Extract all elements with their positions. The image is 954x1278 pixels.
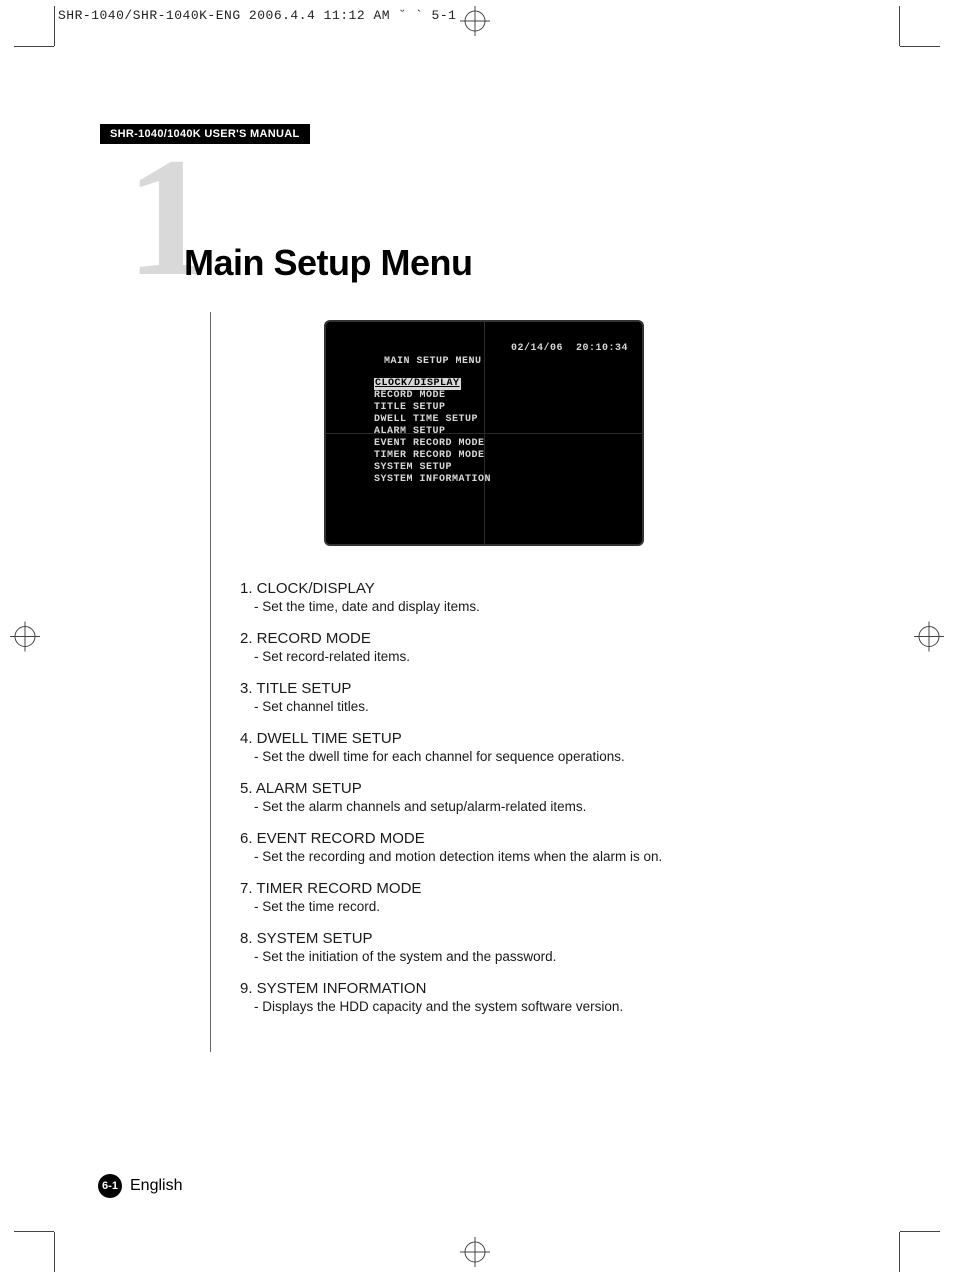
description-subtext: - Set the time, date and display items.	[254, 599, 840, 614]
description-subtext: - Set the time record.	[254, 899, 840, 914]
osd-menu-title: MAIN SETUP MENU	[384, 356, 482, 367]
osd-menu-item: DWELL TIME SETUP	[374, 414, 491, 426]
description-item: 1. CLOCK/DISPLAY - Set the time, date and…	[240, 580, 840, 614]
page-number-badge: 6-1	[98, 1174, 122, 1198]
vertical-divider	[210, 312, 211, 1052]
osd-menu-item: CLOCK/DISPLAY	[374, 378, 491, 390]
print-job-header: SHR-1040/SHR-1040K-ENG 2006.4.4 11:12 AM…	[58, 8, 456, 23]
description-subtext: - Set the initiation of the system and t…	[254, 949, 840, 964]
osd-menu-item: EVENT RECORD MODE	[374, 438, 491, 450]
description-item: 3. TITLE SETUP - Set channel titles.	[240, 680, 840, 714]
osd-menu-item: ALARM SETUP	[374, 426, 491, 438]
description-subtext: - Set the recording and motion detection…	[254, 849, 840, 864]
description-title: 9. SYSTEM INFORMATION	[240, 980, 840, 997]
description-title: 2. RECORD MODE	[240, 630, 840, 647]
description-title: 7. TIMER RECORD MODE	[240, 880, 840, 897]
description-item: 2. RECORD MODE - Set record-related items…	[240, 630, 840, 664]
description-subtext: - Set channel titles.	[254, 699, 840, 714]
osd-menu-item: SYSTEM INFORMATION	[374, 474, 491, 486]
osd-menu-list: CLOCK/DISPLAYRECORD MODETITLE SETUPDWELL…	[374, 378, 491, 486]
description-title: 4. DWELL TIME SETUP	[240, 730, 840, 747]
description-title: 3. TITLE SETUP	[240, 680, 840, 697]
registration-mark-icon	[10, 622, 40, 657]
registration-mark-icon	[460, 6, 490, 36]
description-subtext: - Set record-related items.	[254, 649, 840, 664]
osd-screenshot: 02/14/06 20:10:34 MAIN SETUP MENU CLOCK/…	[324, 320, 644, 546]
description-item: 5. ALARM SETUP - Set the alarm channels a…	[240, 780, 840, 814]
osd-menu-item: SYSTEM SETUP	[374, 462, 491, 474]
osd-menu-item: TITLE SETUP	[374, 402, 491, 414]
description-title: 6. EVENT RECORD MODE	[240, 830, 840, 847]
osd-time: 20:10:34	[576, 343, 628, 354]
description-subtext: - Set the alarm channels and setup/alarm…	[254, 799, 840, 814]
registration-mark-icon	[914, 622, 944, 657]
description-title: 8. SYSTEM SETUP	[240, 930, 840, 947]
page-footer: 6-1 English	[98, 1174, 182, 1198]
registration-mark-icon	[460, 1237, 490, 1272]
osd-date: 02/14/06	[511, 343, 563, 354]
description-item: 7. TIMER RECORD MODE - Set the time recor…	[240, 880, 840, 914]
description-item: 9. SYSTEM INFORMATION - Displays the HDD …	[240, 980, 840, 1014]
description-title: 5. ALARM SETUP	[240, 780, 840, 797]
footer-language: English	[130, 1177, 182, 1195]
description-item: 6. EVENT RECORD MODE - Set the recording …	[240, 830, 840, 864]
osd-datetime: 02/14/06 20:10:34	[472, 332, 628, 365]
description-title: 1. CLOCK/DISPLAY	[240, 580, 840, 597]
description-item: 8. SYSTEM SETUP - Set the initiation of t…	[240, 930, 840, 964]
page-area: SHR-1040/1040K USER'S MANUAL 1 Main Setu…	[54, 46, 900, 1232]
description-subtext: - Set the dwell time for each channel fo…	[254, 749, 840, 764]
section-title: Main Setup Menu	[184, 242, 473, 284]
description-item: 4. DWELL TIME SETUP - Set the dwell time …	[240, 730, 840, 764]
osd-menu-item: RECORD MODE	[374, 390, 491, 402]
menu-descriptions: 1. CLOCK/DISPLAY - Set the time, date and…	[240, 580, 840, 1030]
osd-menu-item: TIMER RECORD MODE	[374, 450, 491, 462]
description-subtext: - Displays the HDD capacity and the syst…	[254, 999, 840, 1014]
